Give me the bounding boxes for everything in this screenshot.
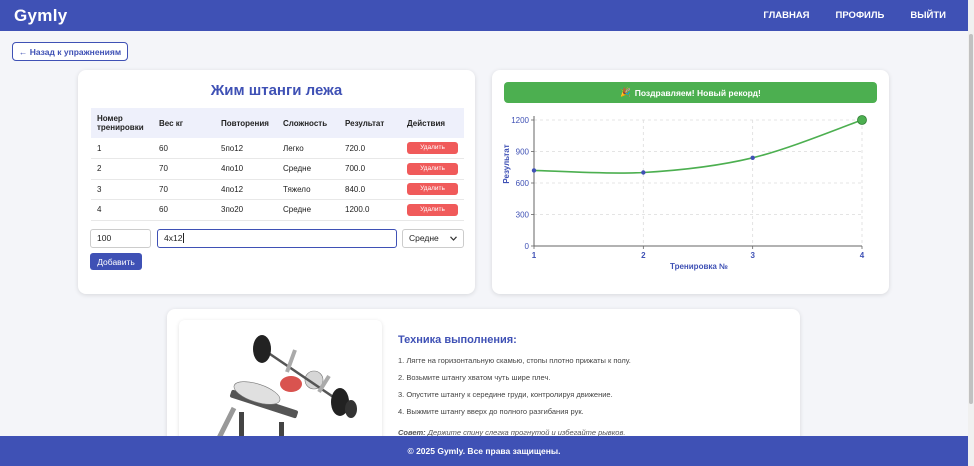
technique-step: 3. Опустите штангу к середине груди, кон… bbox=[398, 390, 613, 399]
nav-links: ГЛАВНАЯ ПРОФИЛЬ ВЫЙТИ bbox=[763, 10, 954, 21]
cell-result: 700.0 bbox=[339, 158, 401, 180]
bench-press-illustration bbox=[215, 335, 357, 445]
cell-difficulty: Средне bbox=[277, 158, 339, 180]
nav-link-profile[interactable]: ПРОФИЛЬ bbox=[836, 10, 885, 21]
cell-difficulty: Тяжело bbox=[277, 179, 339, 200]
exercise-image bbox=[179, 320, 382, 445]
workout-card: Жим штанги лежа Номер тренировки Вес кг … bbox=[78, 70, 475, 294]
table-row: 1 60 5по12 Легко 720.0 Удалить bbox=[91, 138, 464, 159]
cell-result: 840.0 bbox=[339, 179, 401, 200]
cell-result: 1200.0 bbox=[339, 199, 401, 221]
cell-number: 1 bbox=[91, 138, 153, 159]
cell-number: 4 bbox=[91, 199, 153, 221]
col-header-actions: Действия bbox=[401, 108, 464, 138]
cell-weight: 70 bbox=[153, 158, 215, 180]
chevron-down-icon bbox=[450, 236, 457, 241]
technique-card: Техника выполнения: 1. Лягте на горизонт… bbox=[167, 309, 800, 449]
col-header-difficulty: Сложность bbox=[277, 108, 339, 138]
nav-link-home[interactable]: ГЛАВНАЯ bbox=[763, 10, 809, 21]
x-tick-label: 3 bbox=[750, 251, 755, 260]
cell-reps: 3по20 bbox=[215, 199, 277, 221]
text-cursor bbox=[183, 233, 185, 243]
cell-weight: 60 bbox=[153, 138, 215, 159]
brand-logo[interactable]: Gymly bbox=[14, 6, 67, 26]
x-tick-label: 2 bbox=[641, 251, 646, 260]
back-to-exercises-button[interactable]: ← Назад к упражнениям bbox=[12, 42, 128, 61]
y-axis-label: Результат bbox=[502, 144, 511, 183]
technique-step: 1. Лягте на горизонтальную скамью, стопы… bbox=[398, 356, 631, 365]
technique-step: 2. Возьмите штангу хватом чуть шире плеч… bbox=[398, 373, 551, 382]
technique-steps: 1. Лягте на горизонтальную скамью, стопы… bbox=[398, 356, 631, 424]
new-record-banner: 🎉 Поздравляем! Новый рекорд! bbox=[504, 82, 877, 103]
table-header-row: Номер тренировки Вес кг Повторения Сложн… bbox=[91, 108, 464, 138]
x-tick-label: 1 bbox=[532, 251, 537, 260]
col-header-number: Номер тренировки bbox=[91, 108, 153, 138]
table-row: 3 70 4по12 Тяжело 840.0 Удалить bbox=[91, 179, 464, 200]
delete-button[interactable]: Удалить bbox=[407, 142, 458, 154]
y-tick-label: 900 bbox=[516, 148, 530, 157]
y-tick-label: 0 bbox=[525, 242, 530, 251]
x-tick-label: 4 bbox=[860, 251, 865, 260]
add-workout-button[interactable]: Добавить bbox=[90, 253, 142, 270]
difficulty-select-value: Средне bbox=[409, 233, 439, 243]
cell-reps: 5по12 bbox=[215, 138, 277, 159]
cell-difficulty: Легко bbox=[277, 138, 339, 159]
reps-input[interactable]: 4x12 bbox=[157, 229, 397, 248]
data-point bbox=[750, 155, 755, 160]
delete-button[interactable]: Удалить bbox=[407, 183, 458, 196]
progress-chart: 0 300 600 900 1200 1 2 3 4 Тренировка № Результа… bbox=[502, 115, 867, 271]
delete-button[interactable]: Удалить bbox=[407, 203, 458, 216]
exercise-title: Жим штанги лежа bbox=[210, 82, 343, 99]
col-header-weight: Вес кг bbox=[153, 108, 215, 138]
data-point-record bbox=[857, 115, 867, 125]
scrollbar-thumb[interactable] bbox=[969, 34, 973, 404]
delete-button[interactable]: Удалить bbox=[407, 162, 458, 175]
workouts-table: Номер тренировки Вес кг Повторения Сложн… bbox=[91, 108, 464, 221]
footer: © 2025 Gymly. Все права защищены. bbox=[0, 436, 968, 466]
cell-weight: 70 bbox=[153, 179, 215, 200]
cell-reps: 4по10 bbox=[215, 158, 277, 180]
y-tick-label: 300 bbox=[516, 211, 530, 220]
party-popper-icon: 🎉 bbox=[620, 87, 631, 97]
series-line-result bbox=[533, 119, 863, 174]
weight-input[interactable]: 100 bbox=[90, 229, 151, 248]
x-axis-label: Тренировка № bbox=[670, 262, 728, 271]
cell-reps: 4по12 bbox=[215, 179, 277, 200]
difficulty-select[interactable]: Средне bbox=[402, 229, 464, 248]
col-header-reps: Повторения bbox=[215, 108, 277, 138]
cell-weight: 60 bbox=[153, 199, 215, 221]
reps-input-value: 4x12 bbox=[164, 233, 183, 243]
nav-link-logout[interactable]: ВЫЙТИ bbox=[910, 10, 946, 21]
cell-number: 2 bbox=[91, 158, 153, 180]
y-tick-label: 1200 bbox=[511, 116, 529, 125]
technique-title: Техника выполнения: bbox=[398, 334, 517, 346]
cell-number: 3 bbox=[91, 179, 153, 200]
y-tick-label: 600 bbox=[516, 179, 530, 188]
col-header-result: Результат bbox=[339, 108, 401, 138]
data-point bbox=[531, 168, 537, 173]
table-row: 4 60 3по20 Средне 1200.0 Удалить bbox=[91, 199, 464, 221]
table-row: 2 70 4по10 Средне 700.0 Удалить bbox=[91, 158, 464, 180]
cell-difficulty: Средне bbox=[277, 199, 339, 221]
technique-step: 4. Выжмите штангу вверх до полного разги… bbox=[398, 407, 584, 416]
data-point bbox=[641, 170, 646, 175]
page-scrollbar[interactable] bbox=[968, 0, 974, 466]
progress-card: 🎉 Поздравляем! Новый рекорд! 0 300 600 900 1… bbox=[492, 70, 889, 294]
cell-result: 720.0 bbox=[339, 138, 401, 159]
navbar: Gymly ГЛАВНАЯ ПРОФИЛЬ ВЫЙТИ bbox=[0, 0, 968, 31]
record-banner-text: Поздравляем! Новый рекорд! bbox=[634, 87, 761, 98]
